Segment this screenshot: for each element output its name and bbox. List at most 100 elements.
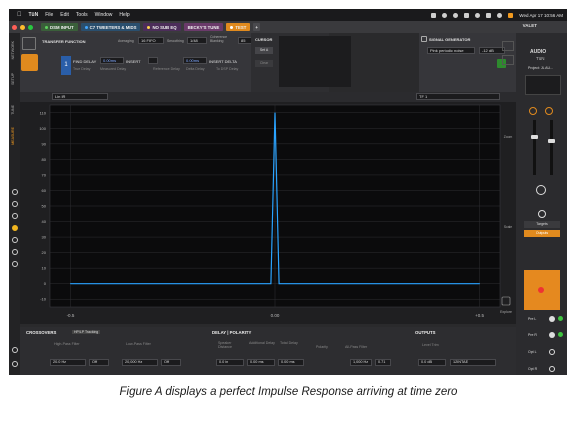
tab-c7-tweeters[interactable]: C7 TWEETERS & MIDS	[80, 23, 141, 31]
tool-icon[interactable]	[12, 201, 18, 207]
menu-file[interactable]: File	[45, 12, 53, 18]
opt-l-toggle[interactable]	[549, 349, 555, 355]
y-tick-label: 40	[42, 219, 47, 224]
pause-icon[interactable]	[502, 41, 514, 51]
measure-run-icon[interactable]	[21, 54, 38, 71]
siggen-title: SIGNAL GENERATOR	[429, 37, 471, 42]
status-icon[interactable]	[442, 12, 448, 18]
add-tab-button[interactable]: +	[253, 23, 260, 31]
trace-select[interactable]: TF 1	[416, 93, 500, 100]
tab-test[interactable]: TEST	[226, 23, 251, 31]
y-tick-label: 100	[39, 126, 46, 131]
status-icon[interactable]	[453, 12, 459, 18]
snapshot-icon[interactable]	[502, 55, 514, 65]
nav-network[interactable]: NETWORK	[11, 41, 15, 59]
battery-icon[interactable]	[486, 12, 492, 18]
ir-chart-svg[interactable]: 1101009080706050403020100-10-0.5 0.00 +0.5…	[20, 102, 516, 324]
menu-help[interactable]: Help	[119, 12, 129, 18]
device-list[interactable]	[525, 75, 561, 95]
find-delay-button[interactable]: FIND DELAY	[73, 59, 96, 64]
tf-channel-badge[interactable]: 1	[61, 56, 71, 75]
y-tick-label: 70	[42, 172, 47, 177]
speaker-distance-field[interactable]: 0.0 in	[216, 359, 244, 366]
hp-filter-label: High-Pass Filter	[54, 342, 80, 346]
averaging-select[interactable]: 16 FIFO	[138, 37, 164, 44]
allpass-q-field[interactable]: 0.71	[375, 359, 391, 366]
mute-icon[interactable]	[536, 185, 546, 195]
status-icon[interactable]	[431, 12, 437, 18]
tool-icon[interactable]	[12, 213, 18, 219]
tab-no-sub-eq[interactable]: NO SUB EQ	[143, 23, 181, 31]
insert-button[interactable]: INSERT	[126, 59, 141, 64]
y-tick-label: 30	[42, 235, 47, 240]
level-trim-field[interactable]: 0.0 dB	[418, 359, 446, 366]
tool-icon-active[interactable]	[12, 225, 18, 231]
fader-left[interactable]	[531, 135, 538, 139]
status-icon[interactable]	[464, 12, 470, 18]
view-select[interactable]: Lin IR	[52, 93, 108, 100]
y-tick-label: -10	[40, 297, 47, 302]
menu-tools[interactable]: Tools	[76, 12, 88, 18]
tool-icon[interactable]	[12, 261, 18, 267]
speaker-icon[interactable]	[538, 210, 546, 218]
pre-l-label: Pre L	[528, 317, 537, 321]
tool-icon[interactable]	[12, 189, 18, 195]
additional-delay-label: Additional Delay	[249, 341, 275, 345]
tool-icon[interactable]	[12, 237, 18, 243]
menu-app-name[interactable]: TüN	[29, 12, 39, 18]
input-b-icon[interactable]	[545, 107, 553, 115]
allpass-frequency-field[interactable]: 1,000 Hz	[350, 359, 372, 366]
lp-slope-select[interactable]: Off	[161, 359, 181, 366]
notification-icon[interactable]	[508, 12, 514, 18]
window-close-icon[interactable]	[12, 24, 17, 30]
tab-dsm-input[interactable]: DSM INPUT	[41, 23, 78, 31]
nav-measure[interactable]: MEASURE	[11, 127, 15, 145]
pre-r-toggle[interactable]	[549, 332, 555, 338]
smoothing-select[interactable]: 1/48	[187, 37, 207, 44]
valet-menu[interactable]: VALET	[523, 23, 537, 28]
explore-label: Explore	[500, 310, 512, 314]
input-a-icon[interactable]	[529, 107, 537, 115]
set-a-button[interactable]: Set A	[255, 47, 273, 54]
nav-setup[interactable]: SETUP	[11, 73, 15, 85]
tool-icon[interactable]	[12, 249, 18, 255]
xo-tracking-chip[interactable]: HP/LP Tracking	[72, 330, 101, 334]
menu-edit[interactable]: Edit	[60, 12, 69, 18]
targets-button[interactable]: Targets	[524, 221, 560, 228]
outputs-button[interactable]: Outputs	[524, 230, 560, 237]
tab-label: C7 TWEETERS & MIDS	[89, 24, 137, 30]
project-name: Project: JL AU...	[528, 66, 553, 70]
window-zoom-icon[interactable]	[28, 24, 33, 30]
tf-mode-icon[interactable]	[22, 37, 36, 50]
lp-frequency-field[interactable]: 20,000 Hz	[122, 359, 158, 366]
insert-delta-button[interactable]: INSERT DELTA	[209, 59, 237, 64]
pre-l-toggle[interactable]	[549, 316, 555, 322]
reference-delay-field[interactable]: 0.00ms	[183, 57, 207, 64]
tab-beckys-tune[interactable]: BECKY'S TUNE	[183, 23, 224, 31]
opt-r-toggle[interactable]	[549, 366, 555, 372]
clear-button[interactable]: Clear	[255, 60, 273, 67]
preset-tab-bar: DSM INPUT C7 TWEETERS & MIDS NO SUB EQ B…	[9, 21, 567, 33]
menu-window[interactable]: Window	[95, 12, 113, 18]
window-minimize-icon[interactable]	[20, 24, 25, 30]
insert-arrow[interactable]	[148, 57, 158, 64]
settings-icon[interactable]	[12, 361, 18, 367]
wifi-icon[interactable]	[475, 12, 481, 18]
coherence-field[interactable]: 85	[238, 37, 252, 44]
additional-delay-field[interactable]: 0.00 ms	[247, 359, 275, 366]
true-delay-label: True Delay	[73, 67, 91, 71]
fader-right[interactable]	[548, 139, 555, 143]
measured-delay-field[interactable]: 0.00ms	[100, 57, 124, 64]
hp-frequency-field[interactable]: 20.0 Hz	[50, 359, 86, 366]
apple-icon[interactable]: 	[17, 12, 22, 18]
noise-select[interactable]: Pink periodic noise	[427, 47, 475, 54]
allpass-label: All-Pass Filter	[345, 345, 368, 349]
total-delay-field[interactable]: 0.00 ms	[278, 359, 304, 366]
y-tick-label: 10	[42, 266, 47, 271]
hp-slope-select[interactable]: Off	[89, 359, 109, 366]
search-icon[interactable]	[497, 12, 503, 18]
nav-tune[interactable]: TUNE	[11, 105, 15, 115]
smoothing-label: Smoothing	[167, 39, 184, 43]
output-name-field[interactable]: 12INTAE	[450, 359, 496, 366]
help-icon[interactable]	[12, 347, 18, 353]
